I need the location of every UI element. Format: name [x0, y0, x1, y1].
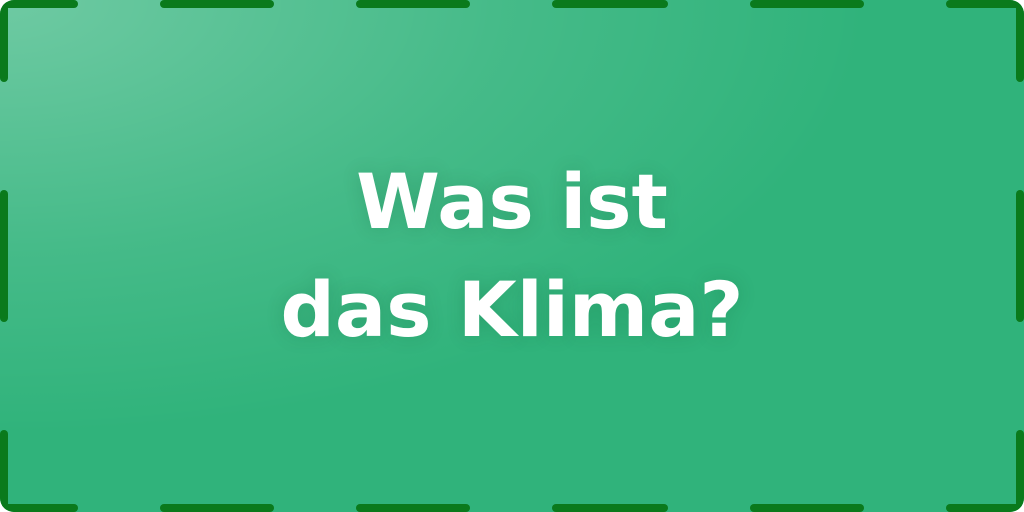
title-card: Was ist das Klima?: [0, 0, 1024, 512]
headline-line-1: Was ist: [356, 157, 668, 246]
headline: Was ist das Klima?: [0, 0, 1024, 512]
headline-line-2: das Klima?: [280, 265, 744, 354]
